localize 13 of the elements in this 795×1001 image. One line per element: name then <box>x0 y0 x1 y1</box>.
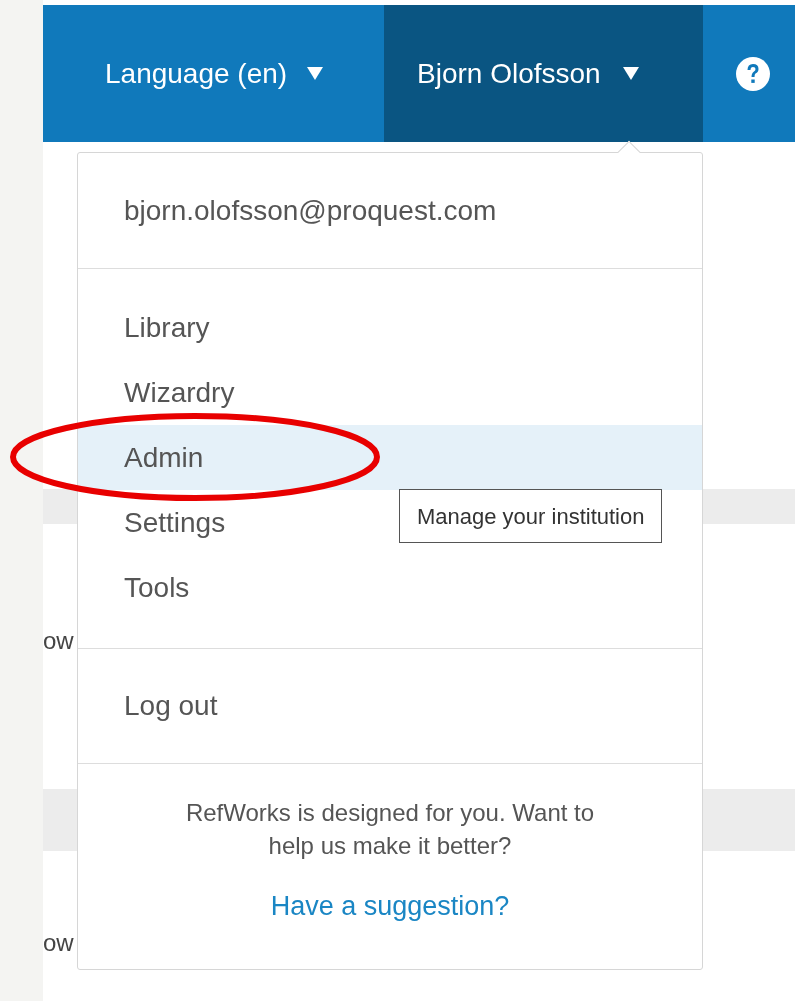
menu-item[interactable]: Admin <box>78 425 702 490</box>
row-text: ow <box>43 931 75 955</box>
row-text: ow <box>43 629 75 653</box>
user-menu[interactable]: Bjorn Olofsson <box>384 5 703 142</box>
user-email: bjorn.olofsson@proquest.com <box>124 193 497 228</box>
caret-icon <box>307 66 324 81</box>
language-menu[interactable]: Language (en) <box>43 5 384 142</box>
feedback-text: RefWorks is designed for you. Want to help us make it better? <box>184 798 596 861</box>
tooltip: Manage your institution <box>399 489 663 543</box>
help-icon[interactable] <box>736 56 770 91</box>
suggestion-link[interactable]: Have a suggestion? <box>270 886 510 927</box>
caret-icon <box>622 66 639 81</box>
logout-item[interactable]: Log out <box>124 685 218 727</box>
